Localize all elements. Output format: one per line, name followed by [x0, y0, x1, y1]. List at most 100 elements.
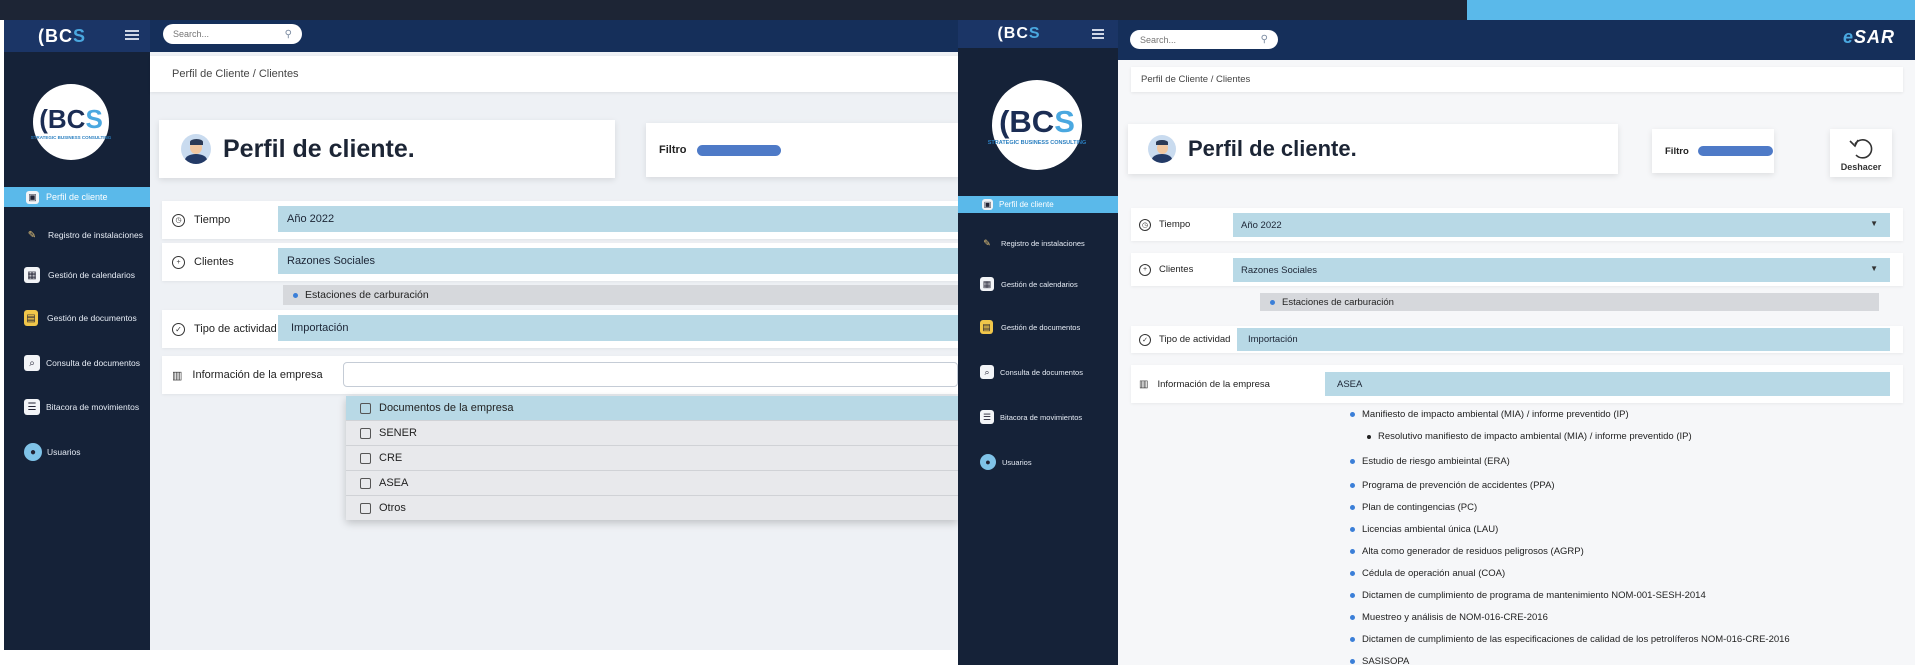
title-card: Perfil de cliente. [1128, 124, 1618, 174]
time-label: Tiempo [1159, 219, 1191, 230]
page-title: Perfil de cliente. [223, 134, 415, 163]
activity-label: Tipo de actividad [194, 323, 277, 335]
sidebar-brand: (BCS [958, 20, 1118, 48]
time-select[interactable]: Año 2022 [278, 206, 958, 232]
profile-icon: ▣ [26, 190, 39, 204]
time-select[interactable]: Año 2022 [1233, 213, 1890, 237]
clients-sub-option[interactable]: Estaciones de carburación [283, 285, 958, 305]
search-box[interactable]: ⚲ [163, 24, 302, 44]
sidebar-item-bitacora[interactable]: ☰ Bitacora de movimientos [4, 394, 150, 420]
dropdown-option-sener[interactable]: SENER [346, 421, 958, 446]
filter-card: Filtro [646, 123, 958, 177]
search-input[interactable] [1140, 34, 1261, 45]
screen-left: (BCS (BCS STRATEGIC BUSINESS CONSULTING … [4, 20, 958, 650]
search-input[interactable] [173, 29, 285, 39]
document-search-icon: ⌕ [24, 355, 40, 371]
clock-icon: ◷ [1139, 218, 1151, 231]
sidebar-item-consulta[interactable]: ⌕ Consulta de documentos [958, 362, 1118, 382]
sidebar-item-gestion-documentos[interactable]: ▤ Gestión de documentos [958, 317, 1118, 337]
list-item[interactable]: Alta como generador de residuos peligros… [1350, 546, 1584, 557]
dropdown-option-cre[interactable]: CRE [346, 446, 958, 471]
clients-label: Clientes [194, 256, 234, 268]
list-item[interactable]: Estudio de riesgo ambieintal (ERA) [1350, 456, 1510, 467]
sidebar-item-calendarios[interactable]: ▦ Gestión de calendarios [958, 274, 1118, 294]
search-icon[interactable]: ⚲ [285, 29, 292, 40]
document-search-icon: ⌕ [980, 365, 994, 379]
sidebar-item-perfil[interactable]: ▣ Perfil de cliente [958, 196, 1118, 213]
log-icon: ☰ [24, 399, 40, 415]
filter-card: Filtro [1652, 129, 1774, 173]
log-icon: ☰ [980, 410, 994, 424]
list-item[interactable]: Dictamen de cumplimiento de las especifi… [1350, 634, 1790, 645]
clients-label: Clientes [1159, 264, 1194, 275]
menu-icon[interactable] [125, 30, 139, 40]
clock-icon: ◷ [172, 213, 185, 227]
add-user-icon: + [1139, 263, 1151, 276]
chevron-down-icon[interactable]: ▼ [1870, 219, 1878, 228]
filter-label: Filtro [659, 144, 687, 156]
company-select[interactable]: ASEA [1325, 372, 1890, 396]
sidebar-item-registro[interactable]: ✎ Registro de instalaciones [958, 233, 1118, 253]
time-row: ◷ Tiempo Año 2022 [162, 201, 958, 239]
filter-slider[interactable] [1697, 146, 1773, 156]
documents-icon: ▤ [24, 310, 38, 326]
factory-icon [360, 427, 371, 439]
activity-row: ✓ Tipo de actividad Importación [1131, 326, 1903, 353]
profile-icon: ▣ [982, 199, 993, 210]
company-dropdown: Documentos de la empresa SENER CRE ASEA … [346, 396, 958, 520]
check-circle-icon: ✓ [172, 322, 185, 336]
search-icon[interactable]: ⚲ [1261, 34, 1268, 45]
dropdown-option-asea[interactable]: ASEA [346, 471, 958, 496]
list-item[interactable]: Licencias ambiental única (LAU) [1350, 524, 1498, 535]
menu-icon[interactable] [1092, 29, 1104, 39]
sidebar: (BCS (BCS STRATEGIC BUSINESS CONSULTING … [958, 20, 1118, 665]
title-card: Perfil de cliente. [159, 120, 615, 178]
sidebar-item-usuarios[interactable]: ● Usuarios [4, 439, 150, 465]
calendar-icon: ▦ [980, 277, 994, 291]
undo-icon [1849, 138, 1873, 159]
activity-select[interactable]: Importación [278, 315, 958, 341]
list-item[interactable]: SASISOPA [1350, 656, 1409, 665]
time-row: ◷ Tiempo Año 2022 ▼ [1131, 208, 1903, 241]
list-item[interactable]: Muestreo y análisis de NOM-016-CRE-2016 [1350, 612, 1548, 623]
settings-icon [360, 502, 371, 514]
users-icon: ● [980, 454, 996, 470]
sidebar-item-usuarios[interactable]: ● Usuarios [958, 452, 1118, 472]
factory-icon [360, 452, 371, 464]
company-logo: (BCS STRATEGIC BUSINESS CONSULTING [988, 80, 1086, 170]
sidebar-item-calendarios[interactable]: ▦ Gestión de calendarios [4, 262, 150, 288]
clients-sub-option[interactable]: Estaciones de carburación [1260, 293, 1879, 311]
list-item[interactable]: Cédula de operación anual (COA) [1350, 568, 1505, 579]
add-user-icon: + [172, 255, 185, 269]
sidebar-item-bitacora[interactable]: ☰ Bitacora de movimientos [958, 407, 1118, 427]
company-select[interactable] [343, 362, 958, 387]
client-avatar-icon [181, 134, 211, 164]
dropdown-option-otros[interactable]: Otros [346, 496, 958, 520]
building-icon: ▥ [1139, 378, 1149, 390]
sidebar-item-perfil[interactable]: ▣ Perfil de cliente [4, 187, 150, 207]
list-item[interactable]: Programa de prevención de accidentes (PP… [1350, 480, 1555, 491]
list-item[interactable]: Plan de contingencias (PC) [1350, 502, 1477, 513]
filter-slider[interactable] [696, 144, 781, 156]
breadcrumb: Perfil de Cliente / Clientes [150, 56, 958, 92]
chevron-down-icon[interactable]: ▼ [1870, 264, 1878, 273]
list-item[interactable]: Manifiesto de impacto ambiental (MIA) / … [1350, 409, 1629, 420]
clients-select[interactable]: Razones Sociales [1233, 258, 1890, 282]
company-row: ▥ Información de la empresa [162, 356, 958, 394]
breadcrumb: Perfil de Cliente / Clientes [1131, 67, 1903, 92]
activity-select[interactable]: Importación [1237, 328, 1890, 351]
top-bar: ⚲ eSAR [1118, 20, 1915, 60]
check-circle-icon: ✓ [1139, 333, 1151, 346]
list-item[interactable]: Resolutivo manifiesto de impacto ambient… [1367, 431, 1692, 442]
clients-select[interactable]: Razones Sociales [278, 248, 958, 274]
sidebar-item-registro[interactable]: ✎ Registro de instalaciones [4, 222, 150, 248]
sidebar-item-gestion-documentos[interactable]: ▤ Gestión de documentos [4, 305, 150, 331]
search-box[interactable]: ⚲ [1130, 30, 1278, 49]
page-title: Perfil de cliente. [1188, 136, 1357, 161]
sidebar-brand: (BCS [4, 20, 150, 52]
dropdown-option-documentos[interactable]: Documentos de la empresa [346, 396, 958, 421]
sidebar: (BCS (BCS STRATEGIC BUSINESS CONSULTING … [4, 20, 150, 650]
sidebar-item-consulta[interactable]: ⌕ Consulta de documentos [4, 350, 150, 376]
list-item[interactable]: Dictamen de cumplimiento de programa de … [1350, 590, 1706, 601]
undo-button[interactable]: Deshacer [1830, 129, 1892, 177]
